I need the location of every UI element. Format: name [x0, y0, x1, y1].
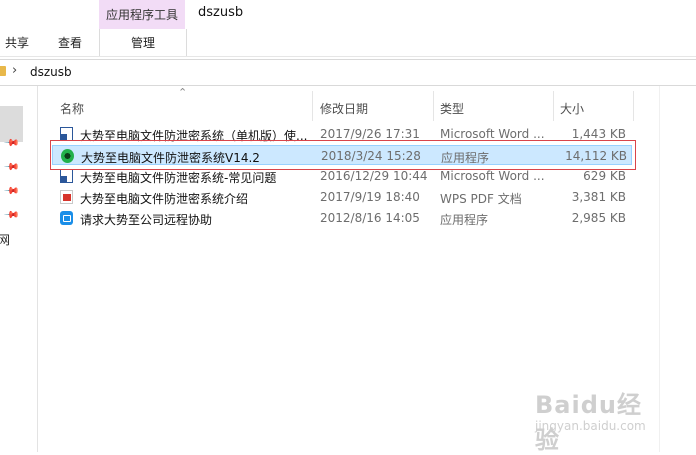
file-type: WPS PDF 文档	[440, 192, 522, 206]
file-type: 应用程序	[440, 213, 489, 227]
ribbon: 共享 查看 应用程序工具 管理 dszusb	[0, 0, 696, 57]
annotation-highlight-box	[50, 140, 636, 170]
breadcrumb[interactable]: dszusb	[30, 65, 72, 79]
column-header-name[interactable]: 名称	[60, 97, 84, 119]
file-row[interactable]: 大势至电脑文件防泄密系统介绍 2017/9/19 18:40 WPS PDF 文…	[52, 187, 632, 207]
file-size: 629 KB	[583, 169, 626, 183]
column-separator[interactable]	[433, 91, 434, 121]
context-tab-group: 应用程序工具 管理	[99, 0, 187, 56]
address-bar[interactable]: › dszusb	[0, 59, 696, 86]
tab-view[interactable]: 查看	[58, 29, 82, 56]
file-name: 大势至电脑文件防泄密系统介绍	[80, 192, 249, 206]
file-size: 2,985 KB	[571, 211, 626, 225]
file-size: 3,381 KB	[571, 190, 626, 204]
window-title: dszusb	[198, 5, 244, 20]
file-row[interactable]: 请求大势至公司远程协助 2012/8/16 14:05 应用程序 2,985 K…	[52, 208, 632, 228]
word-doc-icon	[60, 127, 73, 141]
pin-icon[interactable]: 📌	[3, 159, 20, 176]
file-date: 2017/9/26 17:31	[320, 127, 420, 141]
file-date: 2017/9/19 18:40	[320, 190, 420, 204]
nav-item-network[interactable]: 网	[0, 231, 10, 248]
sort-ascending-icon: ⌃	[178, 86, 188, 99]
column-separator[interactable]	[633, 91, 634, 121]
column-header-size[interactable]: 大小	[560, 97, 584, 119]
nav-divider	[37, 86, 38, 452]
column-separator[interactable]	[553, 91, 554, 121]
file-date: 2012/8/16 14:05	[320, 211, 420, 225]
folder-icon	[0, 66, 6, 76]
navigation-pane: 📌 📌 📌 📌 网	[0, 86, 40, 452]
file-name: 大势至电脑文件防泄密系统-常见问题	[80, 171, 277, 185]
watermark-url: jingyan.baidu.com	[535, 419, 646, 433]
file-size: 1,443 KB	[571, 127, 626, 141]
chevron-right-icon[interactable]: ›	[12, 63, 17, 78]
word-doc-icon	[60, 169, 73, 183]
watermark: Baidu经验 jingyan.baidu.com	[535, 385, 665, 454]
file-type: Microsoft Word ...	[440, 127, 545, 141]
pdf-icon	[60, 190, 73, 204]
context-group-label: 应用程序工具	[99, 0, 185, 29]
tab-manage[interactable]: 管理	[99, 29, 187, 56]
pin-icon[interactable]: 📌	[3, 207, 20, 224]
file-date: 2016/12/29 10:44	[320, 169, 428, 183]
remote-assist-icon	[60, 211, 73, 225]
tab-share[interactable]: 共享	[5, 29, 29, 56]
pin-icon[interactable]: 📌	[3, 183, 20, 200]
column-header-type[interactable]: 类型	[440, 97, 464, 119]
column-separator[interactable]	[312, 91, 313, 121]
file-name: 请求大势至公司远程协助	[80, 213, 213, 227]
column-header-date[interactable]: 修改日期	[320, 97, 368, 119]
file-type: Microsoft Word ...	[440, 169, 545, 183]
